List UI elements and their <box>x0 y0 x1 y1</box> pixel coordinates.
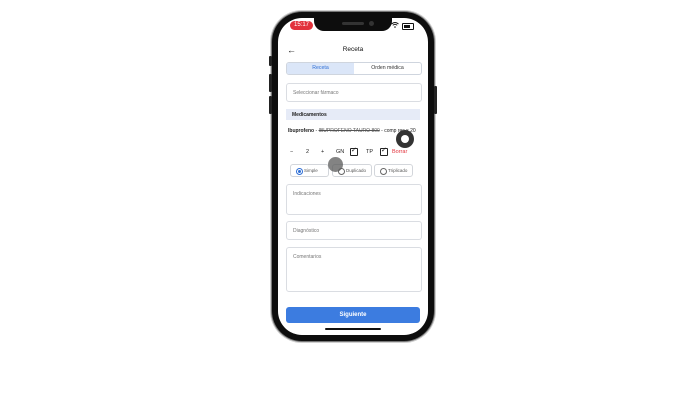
quantity-value: 2 <box>306 149 310 155</box>
wifi-icon <box>391 22 399 30</box>
gn-checkbox[interactable] <box>350 146 358 156</box>
medication-controls: − 2 + GN TP Borrar <box>290 146 418 156</box>
increment-button[interactable]: + <box>321 148 324 156</box>
gn-label: GN <box>336 149 345 155</box>
medications-section-header: Medicamentos <box>286 109 420 120</box>
decrement-button[interactable]: − <box>290 148 293 156</box>
touch-point-icon <box>328 157 343 172</box>
app-header: ← Receta <box>278 44 428 56</box>
status-time: 15:17 <box>290 21 314 30</box>
mute-switch <box>269 56 272 66</box>
tp-checkbox[interactable] <box>380 146 388 156</box>
medication-brand: IBUPROFENO TAURO 800 <box>318 128 380 134</box>
indications-placeholder: Indicaciones <box>293 191 321 197</box>
speaker <box>342 22 364 25</box>
comments-placeholder: Comentarios <box>293 254 322 260</box>
notch <box>314 18 392 31</box>
next-button[interactable]: Siguiente <box>286 307 420 323</box>
tab-bar: Receta Orden médica <box>286 62 422 75</box>
tab-orden-medica[interactable]: Orden médica <box>354 63 421 74</box>
volume-up-button <box>269 74 272 92</box>
touch-indicator-icon <box>396 130 414 148</box>
radio-icon <box>380 167 387 175</box>
status-icons <box>391 22 414 30</box>
copies-triplicado-option[interactable]: Triplicado <box>374 164 413 177</box>
phone-frame: 15:17 ← Receta Receta Orden médica Selec… <box>269 12 437 341</box>
medications-label: Medicamentos <box>292 112 327 118</box>
radio-selected-icon <box>296 167 303 175</box>
comments-field[interactable]: Comentarios <box>286 247 422 292</box>
tp-label: TP <box>366 149 374 155</box>
medication-name: Ibuprofeno <box>288 128 315 134</box>
copies-simple-option[interactable]: Simple <box>290 164 329 177</box>
drug-select-placeholder: Seleccionar fármaco <box>293 90 339 96</box>
tab-receta[interactable]: Receta <box>287 63 354 74</box>
drug-select[interactable]: Seleccionar fármaco <box>286 83 422 102</box>
home-indicator <box>325 328 381 330</box>
diagnosis-field[interactable]: Diagnóstico <box>286 221 422 240</box>
page-title: Receta <box>342 46 364 53</box>
app-screen: 15:17 ← Receta Receta Orden médica Selec… <box>278 18 428 335</box>
volume-down-button <box>269 96 272 114</box>
camera <box>369 21 374 26</box>
power-button <box>434 86 437 114</box>
battery-icon <box>402 22 414 30</box>
delete-button[interactable]: Borrar <box>392 148 407 156</box>
indications-field[interactable]: Indicaciones <box>286 184 422 215</box>
diagnosis-placeholder: Diagnóstico <box>293 228 320 234</box>
